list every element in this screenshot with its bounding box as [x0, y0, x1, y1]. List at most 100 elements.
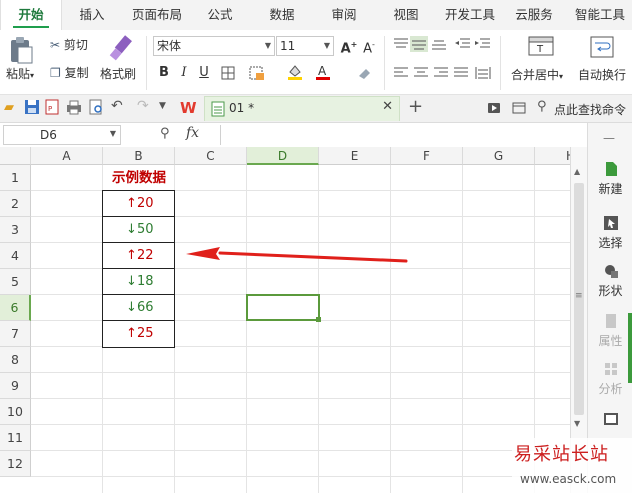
column-header-a[interactable]: A — [31, 147, 103, 165]
wrap-text-icon[interactable] — [589, 35, 617, 61]
document-tab[interactable]: 01 * ✕ — [204, 96, 400, 121]
copy-button[interactable]: ❐ 复制 — [50, 64, 89, 81]
row-header-3[interactable]: 3 — [0, 217, 31, 243]
redo-icon[interactable]: ↷ — [137, 98, 149, 114]
font-size-select[interactable]: 11 ▼ — [276, 36, 334, 56]
align-bottom-icon[interactable] — [430, 36, 448, 52]
column-header-f[interactable]: F — [391, 147, 463, 165]
row-header-11[interactable]: 11 — [0, 425, 31, 451]
row-header-4[interactable]: 4 — [0, 243, 31, 269]
fill-color-icon[interactable] — [286, 63, 304, 80]
cell-b4[interactable]: ↑ 22 — [103, 243, 174, 269]
column-header-h[interactable]: H — [535, 147, 570, 165]
select-all-corner[interactable] — [0, 147, 31, 165]
merge-center-button[interactable]: 合并居中▾ — [511, 66, 563, 83]
increase-indent-icon[interactable] — [474, 36, 492, 52]
command-search[interactable]: 点此查找命令 — [554, 101, 626, 118]
align-middle-icon[interactable] — [410, 36, 428, 52]
clear-format-icon[interactable] — [356, 65, 374, 81]
row-header-12[interactable]: 12 — [0, 451, 31, 477]
zoom-search-icon[interactable]: ⚲ — [160, 126, 170, 141]
cell-b1[interactable]: 示例数据 — [103, 165, 175, 191]
tab-home[interactable]: 开始 — [0, 0, 62, 30]
row-header-5[interactable]: 5 — [0, 269, 31, 295]
panel-new[interactable]: 新建 — [588, 161, 632, 197]
search-icon[interactable]: ⚲ — [537, 99, 547, 114]
underline-icon[interactable]: U — [195, 64, 213, 82]
tab-cloud[interactable]: 云服务 — [508, 0, 560, 30]
print-preview-icon[interactable] — [88, 99, 104, 118]
fx-icon[interactable]: fx — [186, 125, 199, 141]
format-painter-button[interactable]: 格式刷 — [100, 65, 136, 82]
open-folder-icon[interactable]: ▰ — [4, 100, 14, 115]
tab-smart-tools[interactable]: 智能工具 — [568, 0, 632, 30]
grow-font-icon[interactable]: A+ — [340, 36, 358, 56]
panel-properties[interactable]: 属性 — [588, 313, 632, 349]
row-header-1[interactable]: 1 — [0, 165, 31, 191]
italic-icon[interactable]: I — [175, 64, 193, 82]
cell-b6[interactable]: ↓ 66 — [103, 295, 174, 321]
scroll-up-icon[interactable]: ▲ — [574, 167, 580, 176]
export-pdf-icon[interactable]: P — [44, 99, 60, 118]
wrap-text-button[interactable]: 自动换行 — [578, 66, 626, 83]
tab-developer[interactable]: 开发工具 — [440, 0, 500, 30]
borders-icon[interactable] — [220, 65, 238, 81]
align-right-icon[interactable] — [432, 65, 450, 81]
tab-review[interactable]: 审阅 — [320, 0, 368, 30]
paste-button[interactable]: 粘贴▾ — [6, 65, 34, 82]
row-header-7[interactable]: 7 — [0, 321, 31, 347]
print-icon[interactable] — [66, 99, 82, 118]
format-painter-icon[interactable] — [108, 34, 134, 62]
tab-view[interactable]: 视图 — [382, 0, 430, 30]
customize-dropdown-icon[interactable]: ▼ — [159, 101, 166, 111]
collapse-panel-icon[interactable]: — — [603, 131, 615, 145]
justify-icon[interactable] — [452, 65, 470, 81]
column-header-e[interactable]: E — [319, 147, 391, 165]
cell-b5[interactable]: ↓ 18 — [103, 269, 174, 295]
tab-insert[interactable]: 插入 — [66, 0, 118, 30]
column-header-g[interactable]: G — [463, 147, 535, 165]
row-header-10[interactable]: 10 — [0, 399, 31, 425]
name-box[interactable]: D6 ▼ — [3, 125, 121, 145]
column-header-c[interactable]: C — [175, 147, 247, 165]
row-header-9[interactable]: 9 — [0, 373, 31, 399]
panel-image[interactable] — [588, 411, 632, 430]
font-color-icon[interactable]: A — [314, 63, 332, 80]
tab-formulas[interactable]: 公式 — [196, 0, 244, 30]
chevron-down-icon[interactable]: ▼ — [110, 129, 116, 138]
distributed-icon[interactable] — [474, 65, 492, 81]
panel-shape[interactable]: 形状 — [588, 263, 632, 299]
shrink-font-icon[interactable]: A- — [360, 36, 378, 56]
cut-button[interactable]: ✂ 剪切 — [50, 36, 88, 53]
close-tab-icon[interactable]: ✕ — [382, 99, 393, 114]
save-icon[interactable] — [24, 99, 40, 118]
panel-analyze[interactable]: 分析 — [588, 361, 632, 397]
font-name-select[interactable]: 宋体 ▼ — [153, 36, 275, 56]
row-header-2[interactable]: 2 — [0, 191, 31, 217]
selected-cell-d6[interactable] — [246, 294, 320, 321]
align-center-icon[interactable] — [412, 65, 430, 81]
tab-data[interactable]: 数据 — [258, 0, 306, 30]
media-icon[interactable] — [487, 101, 501, 118]
align-top-icon[interactable] — [392, 36, 410, 52]
new-tab-icon[interactable]: + — [408, 96, 423, 117]
panel-select[interactable]: 选择 — [588, 215, 632, 251]
merge-center-icon[interactable]: T — [527, 33, 555, 59]
scroll-down-icon[interactable]: ▼ — [574, 419, 580, 428]
tab-page-layout[interactable]: 页面布局 — [126, 0, 188, 30]
fill-handle[interactable] — [316, 317, 321, 322]
paste-icon[interactable] — [8, 36, 34, 64]
cell-b2[interactable]: ↑ 20 — [103, 191, 174, 217]
column-header-d[interactable]: D — [247, 147, 319, 165]
column-header-b[interactable]: B — [103, 147, 175, 165]
formula-input[interactable] — [220, 125, 583, 145]
undo-icon[interactable]: ↶ — [111, 98, 123, 114]
row-header-8[interactable]: 8 — [0, 347, 31, 373]
row-header-6[interactable]: 6 — [0, 295, 31, 321]
cell-style-icon[interactable] — [248, 65, 266, 81]
bold-icon[interactable]: B — [155, 64, 173, 82]
align-left-icon[interactable] — [392, 65, 410, 81]
cell-b3[interactable]: ↓ 50 — [103, 217, 174, 243]
window-icon[interactable] — [512, 101, 526, 118]
wps-logo-icon[interactable]: W — [179, 98, 199, 119]
